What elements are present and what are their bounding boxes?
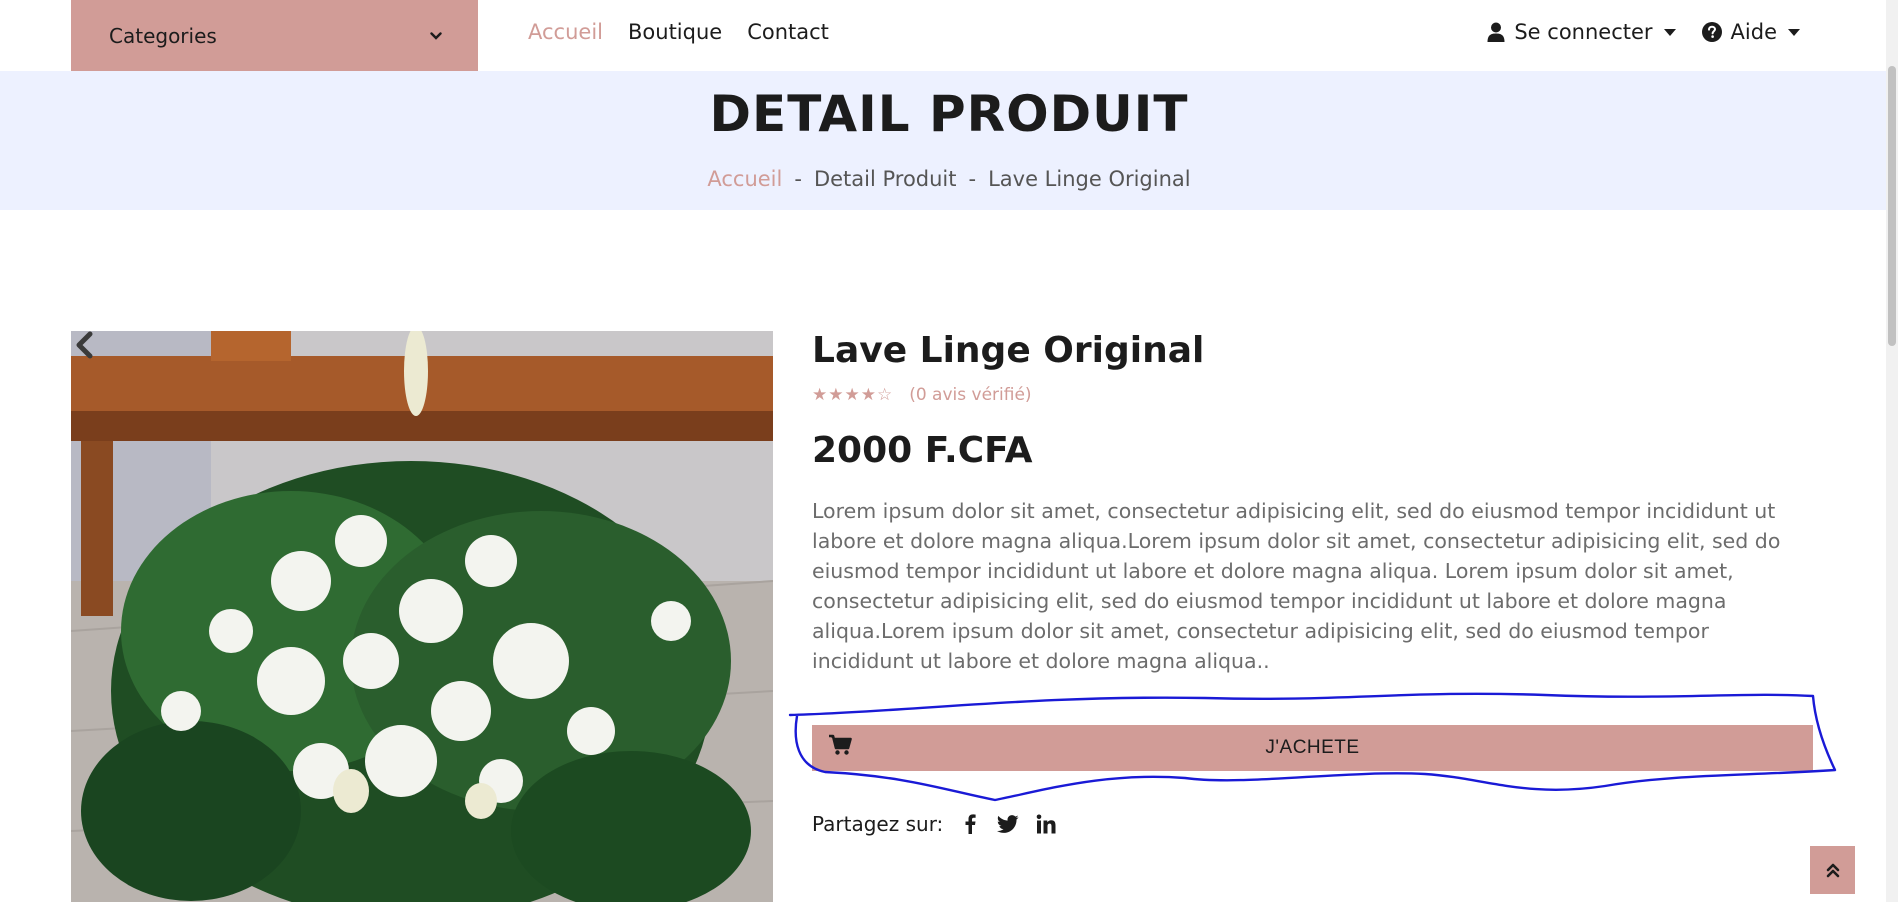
breadcrumb-separator: - <box>968 167 977 191</box>
nav-link-boutique[interactable]: Boutique <box>628 20 722 44</box>
buy-button-label: J'ACHETE <box>1265 737 1360 758</box>
linkedin-icon[interactable] <box>1035 813 1057 835</box>
breadcrumb-current: Lave Linge Original <box>988 167 1191 191</box>
page-scrollbar[interactable] <box>1886 0 1898 902</box>
product-info: Lave Linge Original ★★★★☆ (0 avis vérifi… <box>812 331 1812 676</box>
nav-link-accueil[interactable]: Accueil <box>528 20 603 44</box>
review-count: (0 avis vérifié) <box>909 385 1032 405</box>
help-dropdown[interactable]: Aide <box>1701 20 1800 44</box>
nav-link-contact[interactable]: Contact <box>747 20 829 44</box>
page-header: DETAIL PRODUIT Accueil - Detail Produit … <box>0 71 1898 210</box>
breadcrumb-separator: - <box>794 167 802 191</box>
caret-down-icon <box>1788 28 1800 36</box>
main-nav: Accueil Boutique Contact <box>528 0 829 64</box>
caret-down-icon <box>1663 28 1676 36</box>
top-navbar: Categories Accueil Boutique Contact Se c… <box>0 0 1898 71</box>
star-rating-icon: ★★★★☆ <box>812 385 894 405</box>
cart-icon <box>829 734 852 755</box>
product-price: 2000 F.CFA <box>812 430 1033 471</box>
breadcrumb-link-accueil[interactable]: Accueil <box>707 167 782 191</box>
carousel-prev-icon[interactable] <box>71 331 99 359</box>
scrollbar-thumb[interactable] <box>1888 66 1896 346</box>
login-label: Se connecter <box>1514 20 1653 44</box>
categories-dropdown[interactable]: Categories <box>71 0 478 71</box>
product-rating: ★★★★☆ (0 avis vérifié) <box>812 385 1812 405</box>
breadcrumb-detail: Detail Produit <box>813 167 957 191</box>
product-photo <box>71 331 773 902</box>
login-dropdown[interactable]: Se connecter <box>1487 20 1676 44</box>
page-title: DETAIL PRODUIT <box>709 85 1189 143</box>
breadcrumb: Accueil - Detail Produit - Lave Linge Or… <box>0 167 1898 191</box>
twitter-icon[interactable] <box>997 813 1019 835</box>
double-chevron-up-icon <box>1826 863 1839 878</box>
facebook-icon[interactable] <box>959 813 981 835</box>
back-to-top-button[interactable] <box>1810 846 1855 894</box>
categories-label: Categories <box>109 23 217 48</box>
help-label: Aide <box>1730 20 1777 44</box>
share-bar: Partagez sur: <box>812 812 1057 836</box>
product-title: Lave Linge Original <box>812 330 1205 371</box>
share-label: Partagez sur: <box>812 812 944 836</box>
user-nav: Se connecter Aide <box>1487 0 1800 64</box>
user-icon <box>1487 22 1505 42</box>
chevron-down-icon <box>430 31 442 40</box>
product-description: Lorem ipsum dolor sit amet, consectetur … <box>812 499 1781 673</box>
buy-button[interactable]: J'ACHETE <box>812 725 1813 771</box>
question-circle-icon <box>1701 22 1722 42</box>
product-image-carousel[interactable] <box>71 331 773 902</box>
